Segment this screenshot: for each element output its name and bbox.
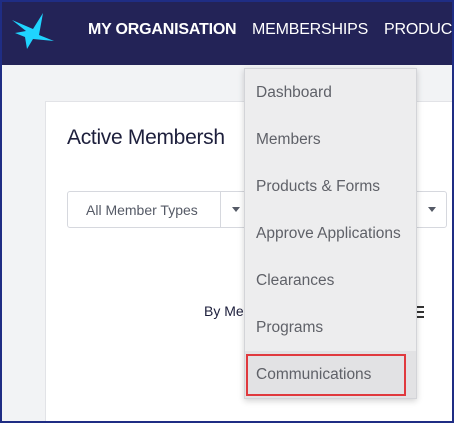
- page-title: Active Membersh: [67, 126, 225, 149]
- menu-item-clearances[interactable]: Clearances: [245, 257, 416, 304]
- chevron-down-icon[interactable]: [232, 207, 240, 212]
- brand-logo-icon[interactable]: [9, 11, 57, 51]
- menu-item-members[interactable]: Members: [245, 116, 416, 163]
- member-type-select[interactable]: All Member Types: [86, 202, 198, 218]
- menu-item-approve-applications[interactable]: Approve Applications: [245, 210, 416, 257]
- nav-my-organisation[interactable]: MY ORGANISATION: [88, 21, 237, 39]
- communications-highlight-box: [246, 354, 406, 396]
- nav-memberships[interactable]: MEMBERSHIPS: [252, 21, 368, 39]
- app-frame: MY ORGANISATION MEMBERSHIPS PRODUCT Acti…: [0, 0, 454, 423]
- top-navigation-bar: MY ORGANISATION MEMBERSHIPS PRODUCT: [2, 2, 452, 65]
- chevron-down-icon[interactable]: [428, 207, 436, 212]
- memberships-dropdown-menu: Dashboard Members Products & Forms Appro…: [244, 68, 417, 399]
- menu-item-products-forms[interactable]: Products & Forms: [245, 163, 416, 210]
- group-by-label: By Me: [204, 303, 244, 319]
- nav-products[interactable]: PRODUCT: [384, 21, 452, 39]
- filter-divider: [220, 192, 221, 227]
- menu-item-dashboard[interactable]: Dashboard: [245, 69, 416, 116]
- menu-item-programs[interactable]: Programs: [245, 304, 416, 351]
